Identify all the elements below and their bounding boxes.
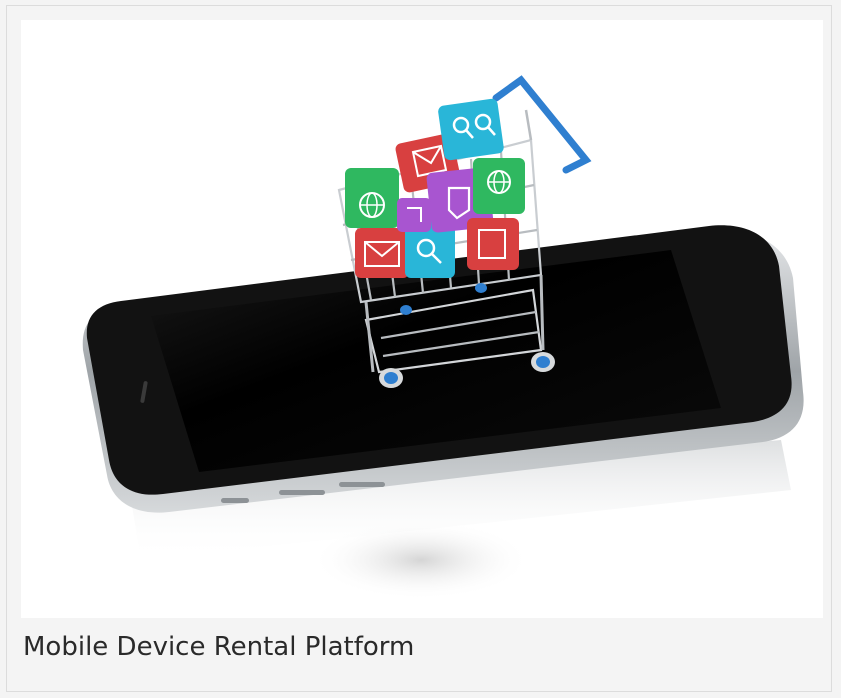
globe-icon	[473, 158, 525, 214]
document-icon	[467, 218, 519, 270]
product-caption[interactable]: Mobile Device Rental Platform	[23, 624, 813, 670]
search-icon	[438, 98, 504, 161]
product-card[interactable]: Mobile Device Rental Platform	[6, 5, 832, 692]
globe-icon	[345, 168, 399, 228]
mail-icon	[355, 228, 409, 278]
app-cubes	[345, 98, 525, 278]
phone-icon	[397, 198, 431, 232]
product-image[interactable]	[21, 20, 823, 618]
